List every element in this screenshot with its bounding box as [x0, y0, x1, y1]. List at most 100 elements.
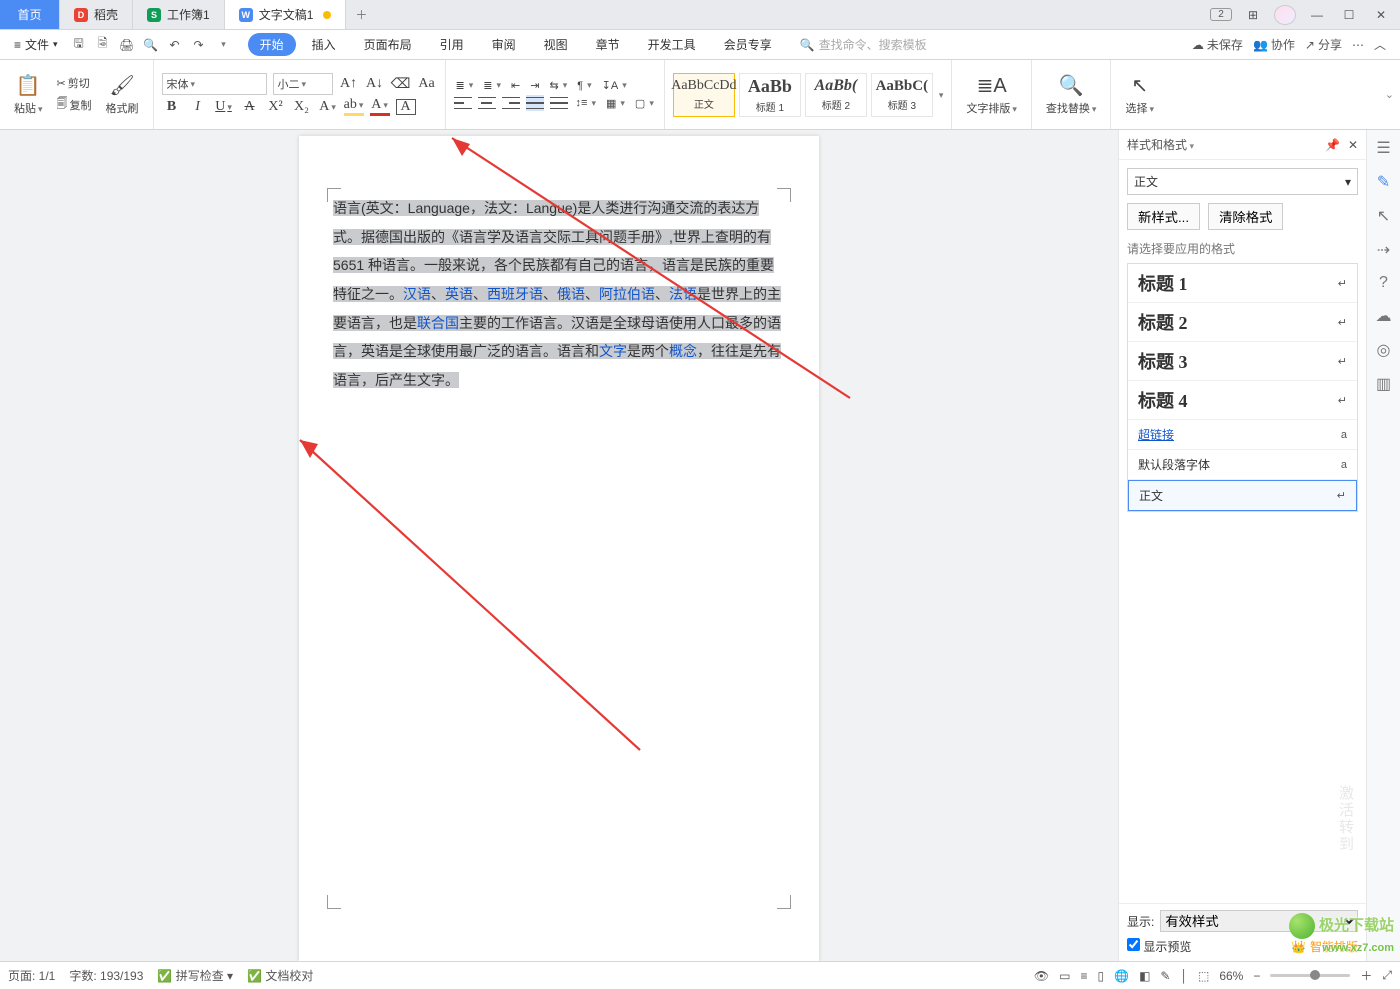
tab-sheet[interactable]: S工作簿1: [133, 0, 225, 29]
unsaved-button[interactable]: ☁ 未保存: [1192, 36, 1243, 53]
zoom-value[interactable]: 66%: [1219, 969, 1243, 983]
strip-pencil-icon[interactable]: ✎: [1377, 172, 1390, 192]
qa-print[interactable]: 🖨: [116, 34, 138, 56]
mtab-dev[interactable]: 开发工具: [636, 33, 708, 56]
mtab-layout[interactable]: 页面布局: [352, 33, 424, 56]
canvas[interactable]: 语言(英文：Language，法文：Langue)是人类进行沟通交流的表达方式。…: [0, 130, 1118, 961]
tab-doc[interactable]: W文字文稿1: [225, 0, 347, 29]
change-case[interactable]: Aa: [417, 76, 437, 92]
clear-format[interactable]: ⌫: [391, 76, 411, 93]
zoom-slider[interactable]: [1270, 974, 1350, 977]
indent-dec[interactable]: ⇤: [509, 78, 522, 93]
style-h2[interactable]: AaBb(标题 2: [805, 73, 867, 117]
find-replace[interactable]: 🔍查找替换: [1040, 71, 1103, 118]
style-item[interactable]: 标题 3↵: [1128, 342, 1357, 381]
align-left[interactable]: [454, 95, 472, 111]
qa-redo[interactable]: ↷: [188, 34, 210, 56]
borders[interactable]: ▢: [633, 96, 656, 111]
qa-more[interactable]: [212, 34, 234, 56]
tab-doke[interactable]: D稻壳: [60, 0, 133, 29]
qa-preview[interactable]: 🔍: [140, 34, 162, 56]
collab-button[interactable]: 👥 协作: [1253, 36, 1295, 53]
qa-undo[interactable]: ↶: [164, 34, 186, 56]
tab-home[interactable]: 首页: [0, 0, 60, 29]
view-page-icon[interactable]: ▭: [1059, 969, 1070, 983]
text-effect[interactable]: A: [318, 99, 338, 115]
align-center[interactable]: [478, 95, 496, 111]
styles-more[interactable]: [937, 89, 944, 101]
bullets[interactable]: ≣: [454, 78, 476, 93]
window-minimize[interactable]: ―: [1306, 8, 1328, 22]
strike[interactable]: A: [240, 99, 260, 115]
window-maximize[interactable]: ☐: [1338, 8, 1360, 22]
add-tab[interactable]: ＋: [346, 0, 376, 29]
line-spacing[interactable]: ↕≡: [574, 96, 598, 110]
zoom-fit-icon[interactable]: ⬚: [1198, 969, 1209, 983]
subscript[interactable]: X₂: [292, 99, 312, 115]
show-select[interactable]: 有效样式: [1160, 910, 1358, 932]
apps-icon[interactable]: ⊞: [1242, 8, 1264, 22]
shading[interactable]: ▦: [604, 96, 627, 111]
status-page[interactable]: 页面: 1/1: [8, 967, 55, 984]
font-size[interactable]: 小二: [273, 73, 333, 95]
char-border[interactable]: A: [396, 99, 416, 115]
strip-help-icon[interactable]: ?: [1379, 274, 1388, 292]
more-button[interactable]: ⋯: [1352, 38, 1364, 52]
qa-save[interactable]: 🖫: [68, 34, 90, 56]
ribbon-options[interactable]: ⌄: [1385, 88, 1394, 101]
panel-close-icon[interactable]: ✕: [1348, 138, 1358, 152]
page[interactable]: 语言(英文：Language，法文：Langue)是人类进行沟通交流的表达方式。…: [299, 136, 819, 961]
mtab-start[interactable]: 开始: [248, 33, 296, 56]
italic[interactable]: I: [188, 99, 208, 115]
style-item[interactable]: 标题 1↵: [1128, 264, 1357, 303]
zoom-in[interactable]: ＋: [1360, 967, 1372, 984]
view-focus-icon[interactable]: ◧: [1139, 969, 1150, 983]
paste-button[interactable]: 📋粘贴: [8, 71, 49, 118]
strip-select-icon[interactable]: ☰: [1376, 138, 1390, 158]
view-web-icon[interactable]: 🌐: [1114, 969, 1129, 983]
font-color[interactable]: A: [370, 97, 390, 116]
para-marks[interactable]: ¶: [575, 79, 593, 93]
style-item[interactable]: 超链接a: [1128, 420, 1357, 450]
mtab-member[interactable]: 会员专享: [712, 33, 784, 56]
mtab-chapter[interactable]: 章节: [584, 33, 632, 56]
collapse-ribbon[interactable]: ︿: [1374, 36, 1386, 53]
preview-toggle[interactable]: 显示预览: [1127, 938, 1191, 955]
clear-format-button[interactable]: 清除格式: [1208, 203, 1283, 230]
sort[interactable]: ↧A: [600, 78, 629, 93]
style-item[interactable]: 正文↵: [1128, 480, 1357, 511]
select-menu[interactable]: ↖选择: [1119, 71, 1160, 118]
mtab-ref[interactable]: 引用: [428, 33, 476, 56]
style-h1[interactable]: AaBb标题 1: [739, 73, 801, 117]
tab-stops[interactable]: ⇆: [547, 78, 569, 93]
fullscreen-icon[interactable]: ⤢: [1382, 968, 1392, 983]
mtab-review[interactable]: 审阅: [480, 33, 528, 56]
paragraph[interactable]: 语言(英文：Language，法文：Langue)是人类进行沟通交流的表达方式。…: [333, 194, 785, 395]
command-search[interactable]: 🔍 查找命令、搜索模板: [800, 36, 927, 53]
qa-export[interactable]: 🗟: [92, 34, 114, 56]
status-proof[interactable]: ✅ 文档校对: [247, 967, 313, 984]
mtab-insert[interactable]: 插入: [300, 33, 348, 56]
style-item[interactable]: 默认段落字体a: [1128, 450, 1357, 480]
numbering[interactable]: ≣: [481, 78, 503, 93]
underline[interactable]: U: [214, 99, 234, 115]
align-right[interactable]: [502, 95, 520, 111]
strip-cursor-icon[interactable]: ↖: [1377, 206, 1390, 226]
file-menu[interactable]: ≡ 文件 ▾: [6, 36, 66, 53]
superscript[interactable]: X²: [266, 99, 286, 115]
align-distribute[interactable]: [550, 95, 568, 111]
badge-count[interactable]: 2: [1210, 8, 1232, 21]
strip-cloud-icon[interactable]: ☁: [1376, 306, 1392, 326]
style-h3[interactable]: AaBbC(标题 3: [871, 73, 933, 117]
style-item[interactable]: 标题 2↵: [1128, 303, 1357, 342]
text-layout[interactable]: ≣A文字排版: [960, 71, 1023, 118]
eye-icon[interactable]: 👁: [1034, 969, 1049, 983]
shrink-font[interactable]: A↓: [365, 76, 385, 92]
grow-font[interactable]: A↑: [339, 76, 359, 92]
panel-title[interactable]: 样式和格式: [1127, 136, 1194, 153]
bold[interactable]: B: [162, 99, 182, 115]
cut-button[interactable]: ✂ 剪切: [55, 74, 94, 92]
window-close[interactable]: ✕: [1370, 8, 1392, 22]
view-read-icon[interactable]: ▯: [1098, 969, 1105, 983]
panel-pin-icon[interactable]: 📌: [1325, 138, 1340, 152]
